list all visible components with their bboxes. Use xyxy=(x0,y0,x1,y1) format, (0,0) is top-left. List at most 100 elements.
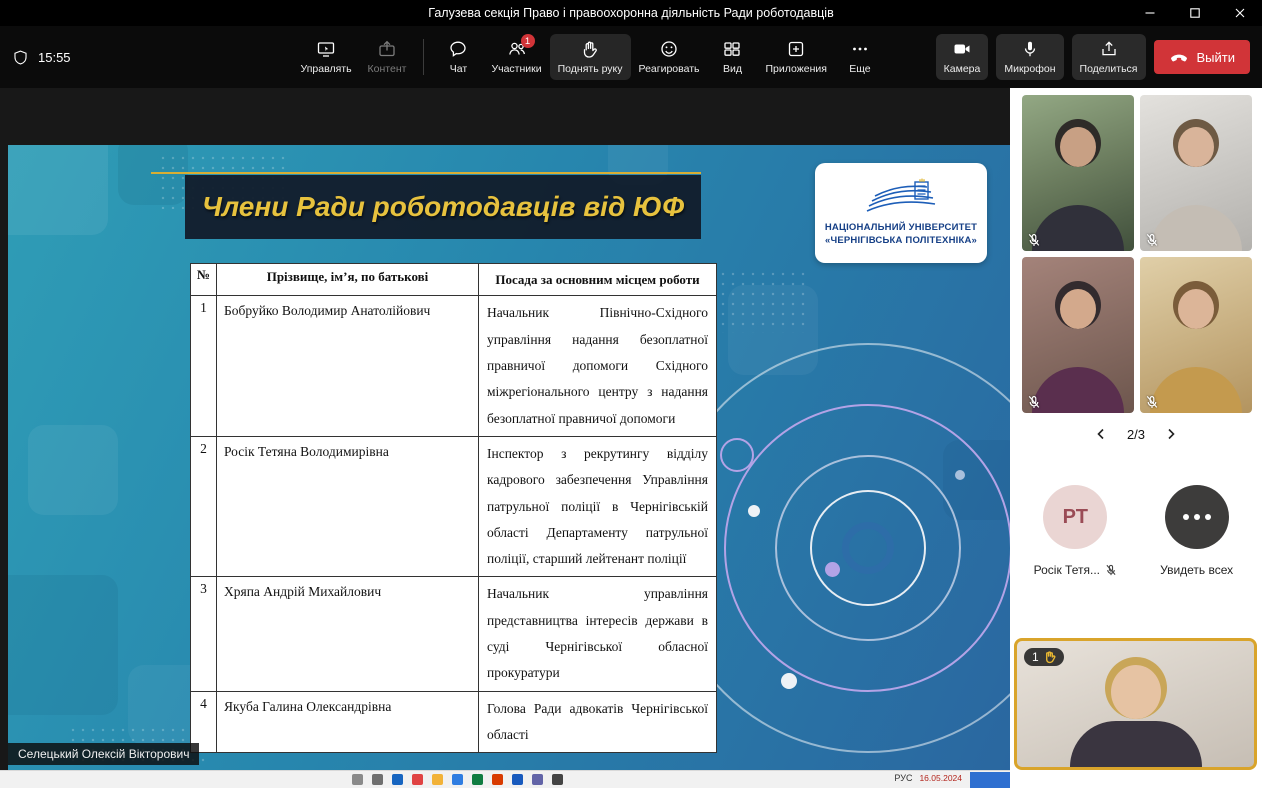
window-controls xyxy=(1127,0,1262,26)
taskbar-app-icon[interactable] xyxy=(452,774,463,785)
taskbar-app-icon[interactable] xyxy=(392,774,403,785)
close-button[interactable] xyxy=(1217,0,1262,26)
raised-hand-badge: 1 xyxy=(1024,648,1064,666)
maximize-button[interactable] xyxy=(1172,0,1217,26)
more-button[interactable]: Еще xyxy=(835,34,885,80)
cell-position: Начальник Північно-Східного управління н… xyxy=(479,296,717,437)
next-page-button[interactable] xyxy=(1163,425,1179,443)
share-screen-icon xyxy=(1099,39,1119,59)
taskbar-app-icon[interactable] xyxy=(532,774,543,785)
participant-silhouette xyxy=(1022,257,1134,413)
participant-video[interactable] xyxy=(1140,257,1252,413)
university-logo xyxy=(859,178,943,218)
toolbar-right: Камера Микрофон Поделиться Выйти xyxy=(936,34,1250,80)
raise-hand-button[interactable]: Поднять руку xyxy=(550,34,631,80)
more-icon xyxy=(850,39,870,59)
apps-label: Приложения xyxy=(765,63,826,75)
leave-label: Выйти xyxy=(1197,50,1236,65)
participant-card[interactable]: РТ Росік Тетя... xyxy=(1019,485,1131,577)
content-label: Контент xyxy=(368,63,407,75)
decorative-shape xyxy=(8,145,108,235)
taskbar-app-icon[interactable] xyxy=(492,774,503,785)
leave-button[interactable]: Выйти xyxy=(1154,40,1251,74)
taskbar-app-icon[interactable] xyxy=(432,774,443,785)
toolbar-left: 15:55 xyxy=(12,49,71,66)
cell-number: 1 xyxy=(191,296,217,437)
tray-date[interactable]: 16.05.2024 xyxy=(919,773,962,783)
slide-title: Члени Ради роботодавців від ЮФ xyxy=(185,175,701,239)
audio-participants: РТ Росік Тетя... Увидеть всех xyxy=(1010,485,1262,577)
taskbar-app-icon[interactable] xyxy=(412,774,423,785)
window-title: Галузева секція Право і правоохоронна ді… xyxy=(428,6,833,20)
participants-badge: 1 xyxy=(521,34,535,48)
taskbar-tray: РУС 16.05.2024 xyxy=(894,773,962,783)
participants-sidebar: 2/3 РТ Росік Тетя... Увидеть в xyxy=(1010,88,1262,788)
close-icon xyxy=(1233,6,1247,20)
cell-name: Хряпа Андрій Михайлович xyxy=(217,577,479,691)
silhouette-head xyxy=(1178,289,1214,329)
table-row: 2 Росік Тетяна Володимирівна Інспектор з… xyxy=(191,436,717,577)
toolbar-separator xyxy=(423,39,424,75)
members-table: № Прізвище, ім’я, по батькові Посада за … xyxy=(190,263,717,753)
share-button[interactable]: Поделиться xyxy=(1072,34,1146,80)
silhouette-head xyxy=(1178,127,1214,167)
gallery-pagination: 2/3 xyxy=(1010,425,1262,443)
shared-taskbar: РУС 16.05.2024 xyxy=(0,770,1010,788)
raise-hand-icon xyxy=(580,39,600,59)
taskbar-app-icon[interactable] xyxy=(472,774,483,785)
decorative-dots xyxy=(708,269,808,333)
view-label: Вид xyxy=(723,63,742,75)
content-button[interactable]: Контент xyxy=(360,34,415,80)
participant-video[interactable] xyxy=(1140,95,1252,251)
react-button[interactable]: Реагировать xyxy=(631,34,708,80)
table-header-row: № Прізвище, ім’я, по батькові Посада за … xyxy=(191,264,717,296)
shared-screen-stage: Члени Ради роботодавців від ЮФ НАЦІОНАЛЬ… xyxy=(0,88,1010,770)
mic-muted-icon xyxy=(1027,395,1041,409)
participants-button[interactable]: 1 Участники xyxy=(483,34,549,80)
decorative-dot xyxy=(825,562,840,577)
titlebar: Галузева секція Право і правоохоронна ді… xyxy=(0,0,1262,26)
avatar-initials: РТ xyxy=(1063,506,1088,529)
react-label: Реагировать xyxy=(639,63,700,75)
cell-number: 3 xyxy=(191,577,217,691)
tray-language[interactable]: РУС xyxy=(894,773,912,783)
taskbar-app-icon[interactable] xyxy=(352,774,363,785)
cell-position: Інспектор з рекрутингу відділу кадрового… xyxy=(479,436,717,577)
participant-silhouette xyxy=(1022,95,1134,251)
table-row: 3 Хряпа Андрій Михайлович Начальник упра… xyxy=(191,577,717,691)
see-all-card[interactable]: Увидеть всех xyxy=(1141,485,1253,577)
camera-button[interactable]: Камера xyxy=(936,34,989,80)
chat-icon xyxy=(448,39,468,59)
view-button[interactable]: Вид xyxy=(707,34,757,80)
decorative-circle xyxy=(720,438,754,472)
share-label: Поделиться xyxy=(1080,63,1138,75)
chat-label: Чат xyxy=(450,63,467,75)
cell-number: 2 xyxy=(191,436,217,577)
participants-label: Участники xyxy=(491,63,541,75)
manage-button[interactable]: Управлять xyxy=(293,34,360,80)
taskbar-app-icon[interactable] xyxy=(552,774,563,785)
video-gallery xyxy=(1010,88,1262,413)
minimize-button[interactable] xyxy=(1127,0,1172,26)
participant-silhouette xyxy=(1140,257,1252,413)
participant-video[interactable] xyxy=(1022,257,1134,413)
shield-icon xyxy=(12,49,29,66)
cell-name: Росік Тетяна Володимирівна xyxy=(217,436,479,577)
silhouette-torso xyxy=(1150,205,1242,251)
self-video[interactable]: 1 xyxy=(1014,638,1257,770)
participant-video[interactable] xyxy=(1022,95,1134,251)
taskbar-app-icon[interactable] xyxy=(372,774,383,785)
taskbar-app-icon[interactable] xyxy=(512,774,523,785)
see-all-avatar xyxy=(1165,485,1229,549)
taskbar-blue-panel[interactable] xyxy=(970,772,1010,788)
apps-button[interactable]: Приложения xyxy=(757,34,834,80)
meeting-toolbar: 15:55 Управлять Контент Чат xyxy=(0,26,1262,88)
maximize-icon xyxy=(1188,6,1202,20)
previous-page-button[interactable] xyxy=(1093,425,1109,443)
chevron-right-icon xyxy=(1165,427,1177,441)
microphone-button[interactable]: Микрофон xyxy=(996,34,1063,80)
silhouette-torso xyxy=(1150,367,1242,413)
chat-button[interactable]: Чат xyxy=(433,34,483,80)
participant-silhouette xyxy=(1140,95,1252,251)
cell-position: Начальник управління представництва інте… xyxy=(479,577,717,691)
